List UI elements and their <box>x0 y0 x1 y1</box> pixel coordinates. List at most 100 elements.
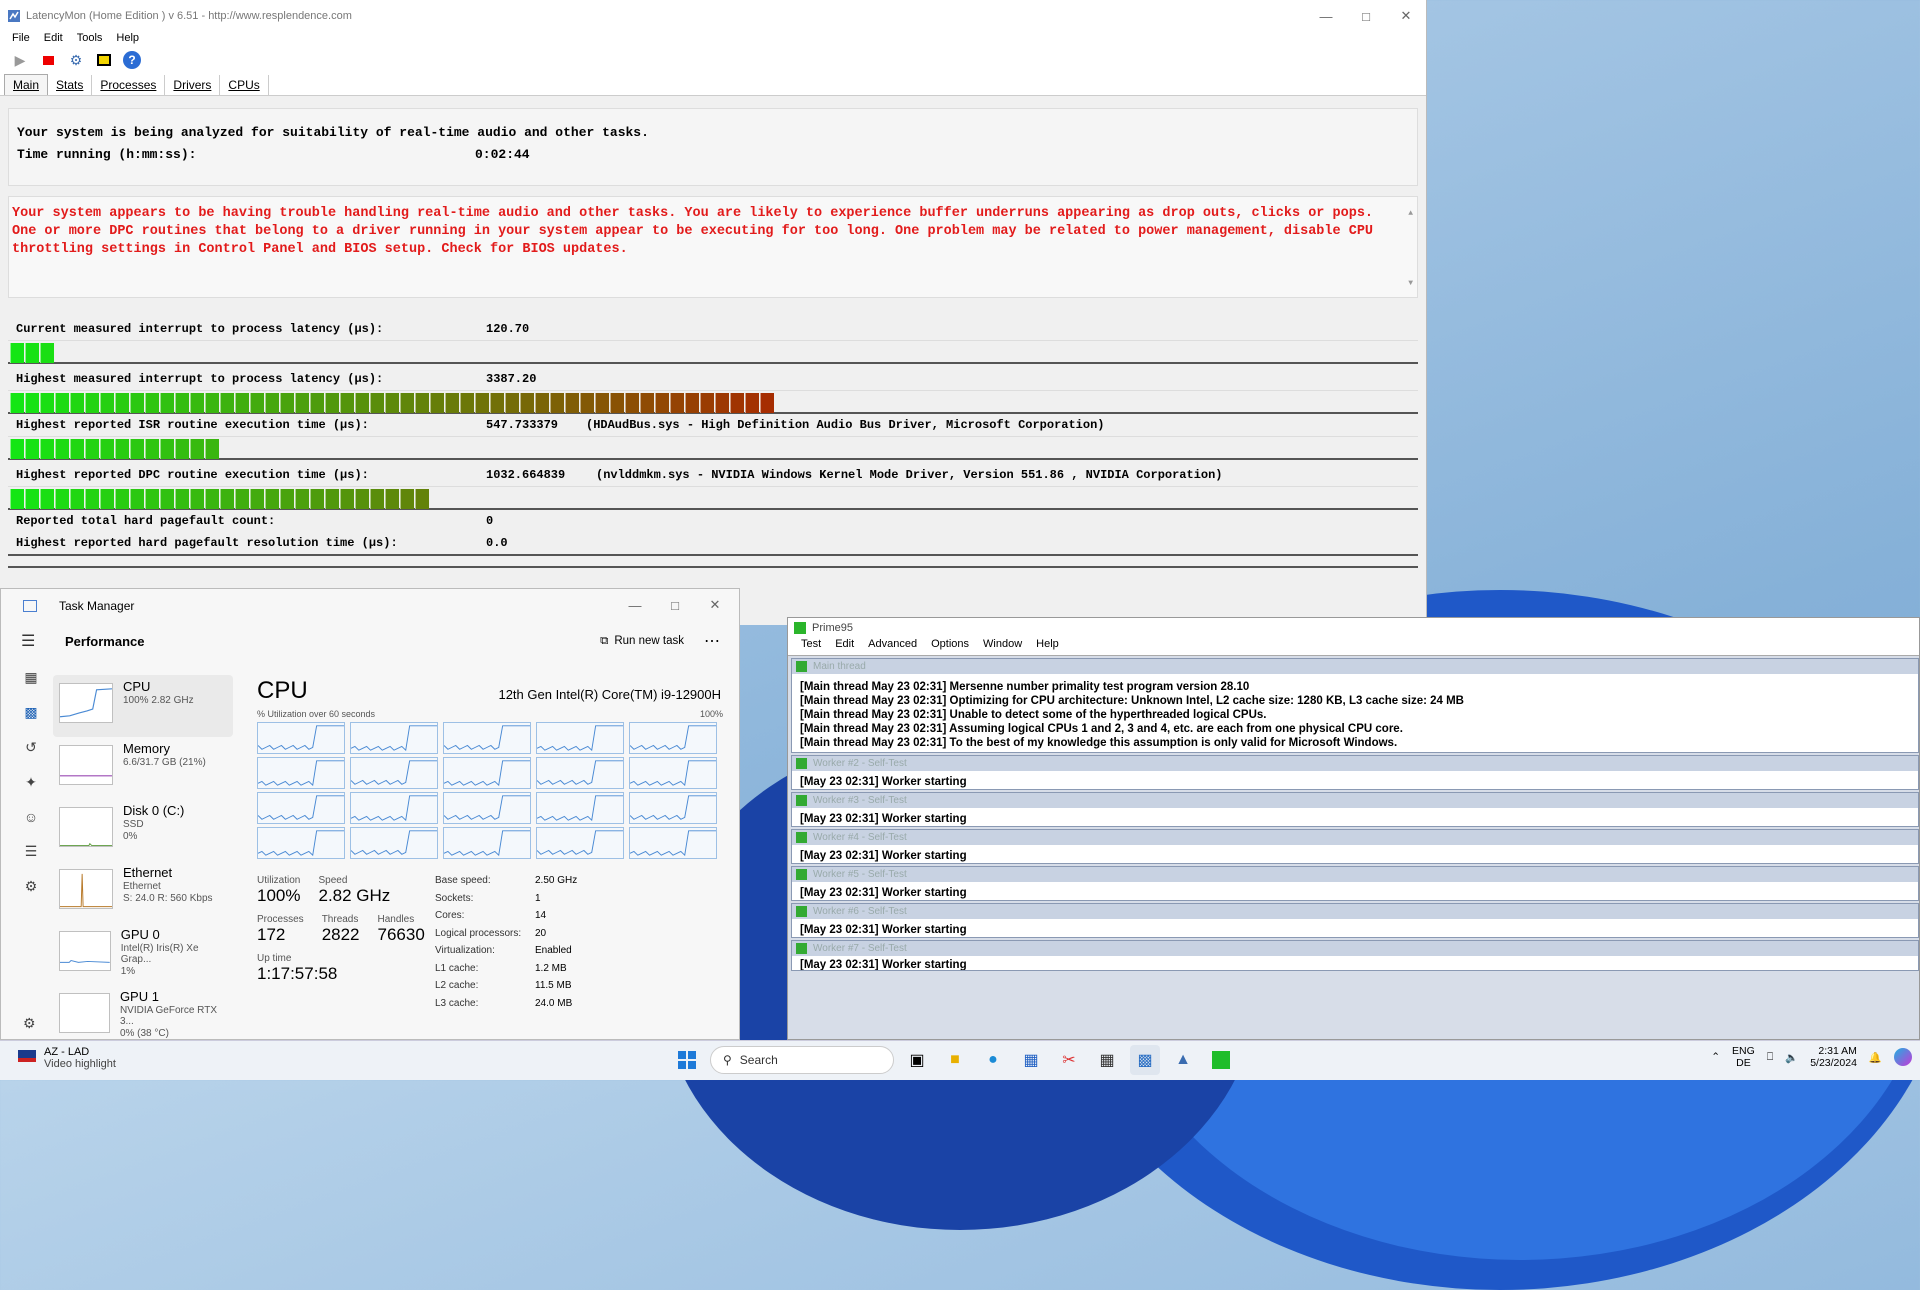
bar-segment <box>130 439 144 459</box>
bar-segment <box>145 439 159 459</box>
clock[interactable]: 2:31 AM 5/23/2024 <box>1810 1045 1857 1069</box>
tab-cpus[interactable]: CPUs <box>220 75 269 95</box>
minimize-button[interactable]: — <box>1306 0 1346 32</box>
bar-segment <box>40 343 54 363</box>
close-button[interactable]: ✕ <box>695 589 735 621</box>
resource-item-cpu[interactable]: CPU 100% 2.82 GHz <box>53 675 233 737</box>
bar-segment <box>685 393 699 413</box>
calculator-icon[interactable]: ▦ <box>1092 1045 1122 1075</box>
worker-pane[interactable]: Worker #6 - Self-Test [May 23 02:31] Work… <box>791 903 1919 938</box>
logical-processor-graph <box>257 827 345 859</box>
menu-help[interactable]: Help <box>1029 638 1066 655</box>
warning-scrollbar[interactable]: ▲ ▼ <box>1408 205 1413 293</box>
nav-rail: ▦ ▩ ↺ ✦ ☺ ☰ ⚙ <box>11 669 51 895</box>
menu-help[interactable]: Help <box>108 32 145 48</box>
menu-file[interactable]: File <box>4 32 36 48</box>
edge-icon[interactable]: ● <box>978 1045 1008 1075</box>
bar-segment <box>40 439 54 459</box>
prime95-taskbar-icon[interactable] <box>1206 1045 1236 1075</box>
tab-stats[interactable]: Stats <box>48 75 93 95</box>
widgets-button[interactable]: AZ - LAD Video highlight <box>18 1046 116 1070</box>
volume-icon[interactable]: 🔈 <box>1785 1051 1798 1064</box>
logical-processor-graph <box>629 827 717 859</box>
bar-segment <box>280 489 294 509</box>
logical-processor-graph <box>443 722 531 754</box>
resource-item-memory[interactable]: Memory 6.6/31.7 GB (21%) <box>53 737 233 799</box>
copilot-icon[interactable] <box>1894 1048 1912 1066</box>
startup-apps-icon[interactable]: ✦ <box>25 774 37 791</box>
title-bar: LatencyMon (Home Edition ) v 6.51 - http… <box>0 0 1426 32</box>
services-icon[interactable]: ⚙ <box>25 878 38 895</box>
users-icon[interactable]: ☺ <box>24 809 38 825</box>
scroll-up-icon[interactable]: ▲ <box>1408 205 1413 223</box>
notification-bell-icon[interactable]: 🔔 <box>1869 1051 1882 1064</box>
menu-window[interactable]: Window <box>976 638 1029 655</box>
worker-pane[interactable]: Worker #2 - Self-Test [May 23 02:31] Work… <box>791 755 1919 790</box>
pane-title: Worker #2 - Self-Test <box>813 758 907 769</box>
show-hidden-icons[interactable]: ⌃ <box>1711 1051 1720 1063</box>
analyze-icon[interactable]: ⚙ <box>64 49 88 71</box>
resource-item-ethernet[interactable]: Ethernet Ethernet S: 24.0 R: 560 Kbps <box>53 861 233 923</box>
windows-icon[interactable] <box>92 49 116 71</box>
task-manager-taskbar-icon[interactable]: ▩ <box>1130 1045 1160 1075</box>
threads-value: 2822 <box>321 925 360 944</box>
processes-icon[interactable]: ▦ <box>24 669 37 686</box>
stop-icon[interactable] <box>36 49 60 71</box>
tab-processes[interactable]: Processes <box>92 75 166 95</box>
bar-segment <box>10 393 24 413</box>
performance-icon[interactable]: ▩ <box>24 704 37 721</box>
task-manager-app-icon <box>23 600 37 612</box>
gpu1-sparkline <box>59 993 110 1033</box>
window-title: LatencyMon (Home Edition ) v 6.51 - http… <box>26 10 352 22</box>
worker-pane[interactable]: Worker #7 - Self-Test [May 23 02:31] Work… <box>791 940 1919 971</box>
start-icon[interactable] <box>672 1045 702 1075</box>
details-icon[interactable]: ☰ <box>25 843 38 860</box>
task-view-icon[interactable]: ▣ <box>902 1045 932 1075</box>
search-icon: ⚲ <box>723 1053 732 1067</box>
bar-segment <box>175 439 189 459</box>
menu-test[interactable]: Test <box>794 638 828 655</box>
worker-pane[interactable]: Worker #5 - Self-Test [May 23 02:31] Work… <box>791 866 1919 901</box>
resource-item-disk[interactable]: Disk 0 (C:) SSD 0% <box>53 799 233 861</box>
menu-tools[interactable]: Tools <box>69 32 109 48</box>
menu-edit[interactable]: Edit <box>828 638 861 655</box>
app-history-icon[interactable]: ↺ <box>25 739 37 756</box>
menu-edit[interactable]: Edit <box>36 32 69 48</box>
file-explorer-icon[interactable]: ■ <box>940 1045 970 1075</box>
tab-main[interactable]: Main <box>4 74 49 95</box>
main-thread-pane[interactable]: Main thread [Main thread May 23 02:31] M… <box>791 658 1919 753</box>
taskbar-apps: ⚲ Search ▣ ■ ● ▦ ✂ ▦ ▩ ▲ <box>672 1045 1236 1075</box>
title-bar: Task Manager — □ ✕ <box>1 589 739 623</box>
play-icon[interactable]: ▶ <box>8 49 32 71</box>
search-input[interactable]: ⚲ Search <box>710 1046 894 1074</box>
bar-segment <box>10 489 24 509</box>
thread-icon <box>796 832 807 843</box>
log-line: [May 23 02:31] Worker starting <box>800 924 967 936</box>
store-icon[interactable]: ▦ <box>1016 1045 1046 1075</box>
menu-advanced[interactable]: Advanced <box>861 638 924 655</box>
time-running-label: Time running (h:mm:ss): <box>17 147 197 162</box>
network-icon[interactable]: ⎕ <box>1767 1051 1773 1064</box>
resource-item-gpu0[interactable]: GPU 0 Intel(R) Iris(R) Xe Grap... 1% <box>53 923 233 985</box>
title-bar: Prime95 <box>788 618 1919 638</box>
worker-pane[interactable]: Worker #3 - Self-Test [May 23 02:31] Work… <box>791 792 1919 827</box>
snipping-tool-icon[interactable]: ✂ <box>1054 1045 1084 1075</box>
scroll-down-icon[interactable]: ▼ <box>1408 275 1413 293</box>
resource-item-gpu1[interactable]: GPU 1 NVIDIA GeForce RTX 3... 0% (38 °C) <box>53 985 233 1047</box>
tab-drivers[interactable]: Drivers <box>165 75 221 95</box>
run-new-task-button[interactable]: ⧉ Run new task <box>600 635 684 648</box>
worker-pane[interactable]: Worker #4 - Self-Test [May 23 02:31] Work… <box>791 829 1919 864</box>
hamburger-icon[interactable]: ☰ <box>21 631 37 651</box>
close-button[interactable]: ✕ <box>1386 0 1426 32</box>
language-indicator[interactable]: ENG DE <box>1732 1045 1755 1069</box>
menu-options[interactable]: Options <box>924 638 976 655</box>
maximize-button[interactable]: □ <box>655 589 695 621</box>
minimize-button[interactable]: — <box>615 589 655 621</box>
maximize-button[interactable]: □ <box>1346 0 1386 32</box>
bar-segment <box>40 489 54 509</box>
more-options-icon[interactable]: ⋯ <box>704 631 721 651</box>
help-icon[interactable]: ? <box>120 49 144 71</box>
latencymon-taskbar-icon[interactable]: ▲ <box>1168 1045 1198 1075</box>
bar-segment <box>745 393 759 413</box>
settings-icon[interactable]: ⚙ <box>23 1015 36 1032</box>
